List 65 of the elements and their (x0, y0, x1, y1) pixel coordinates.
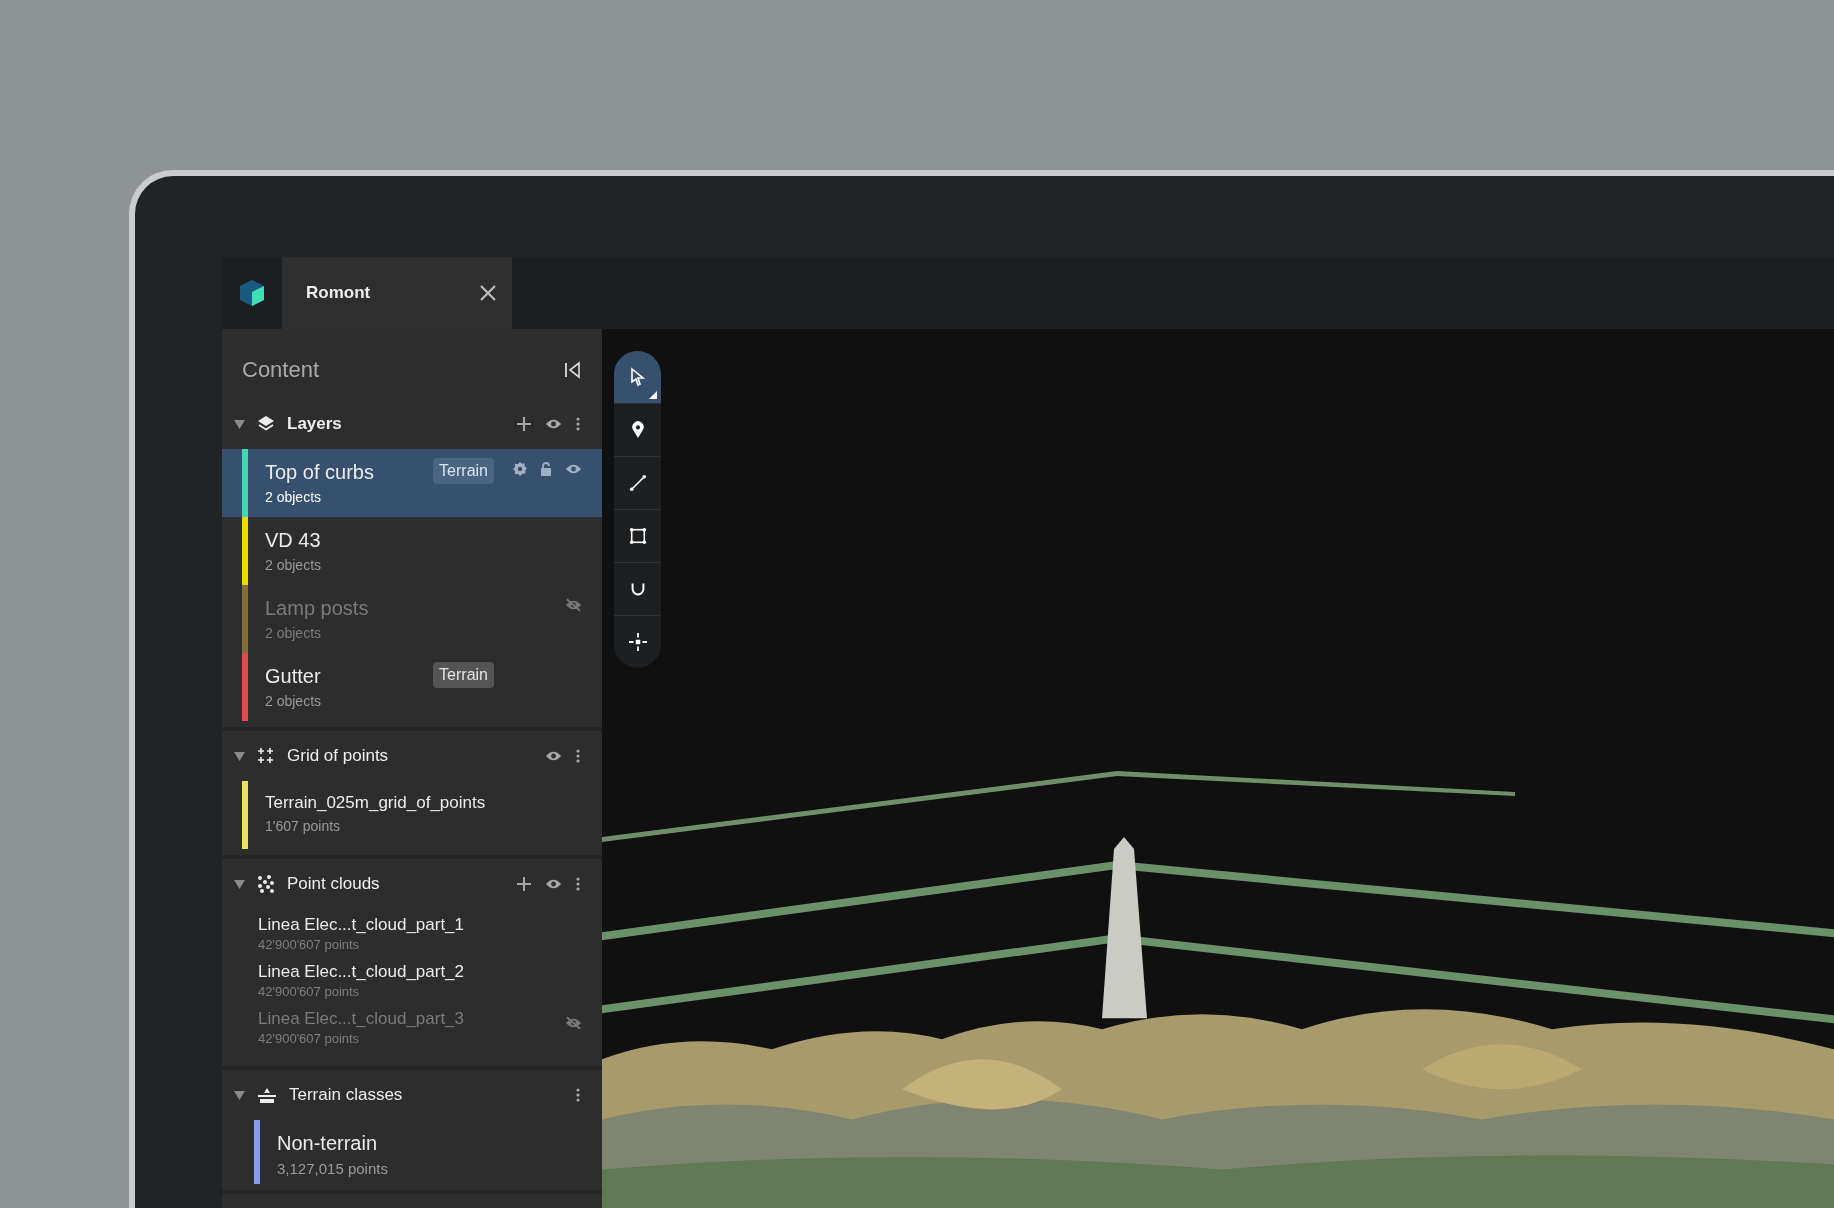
row-count: 2 objects (265, 557, 323, 573)
row-name: Linea Elec...t_cloud_part_1 (258, 915, 466, 935)
square-tool-icon (628, 527, 647, 545)
row-count: 3,127,015 points (277, 1160, 389, 1177)
add-icon[interactable] (517, 877, 531, 891)
layers-icon (257, 415, 275, 433)
section-title: Terrain classes (289, 1085, 404, 1105)
row-name: Linea Elec...t_cloud_part_2 (258, 962, 466, 982)
add-icon[interactable] (517, 417, 531, 431)
row-name: VD 43 (265, 529, 322, 552)
tab-title: Romont (306, 283, 371, 303)
expand-caret-icon[interactable] (234, 418, 245, 430)
gear-icon[interactable] (513, 462, 527, 476)
crosshair-icon (628, 633, 647, 651)
map-pin-icon (630, 421, 645, 439)
layer-row[interactable]: Non-terrain 3,127,015 points (234, 1120, 602, 1184)
terrain-tag: Terrain (433, 662, 494, 688)
section-title: Grid of points (287, 746, 390, 766)
dots-cluster-icon (257, 875, 275, 893)
row-count: 42'900'607 points (258, 937, 361, 952)
layer-row[interactable]: Top of curbs 2 objects Terrain (222, 449, 602, 517)
row-name: Gutter (265, 665, 322, 688)
project-tab[interactable]: Romont (282, 257, 512, 329)
row-count: 2 objects (265, 625, 323, 641)
layer-row[interactable]: Linea Elec...t_cloud_part_2 42'900'607 points (222, 956, 602, 1003)
eye-icon[interactable] (565, 463, 582, 475)
expand-caret-icon[interactable] (234, 1089, 245, 1101)
eye-icon[interactable] (545, 418, 562, 430)
row-name: Top of curbs (265, 461, 375, 484)
expand-caret-icon[interactable] (234, 878, 245, 890)
terrain-icon (257, 1086, 277, 1104)
row-name: Terrain_025m_grid_of_points (265, 793, 487, 813)
eye-icon[interactable] (545, 750, 562, 762)
row-count: 42'900'607 points (258, 984, 361, 999)
expand-caret-icon[interactable] (234, 750, 245, 762)
tool-button[interactable] (614, 351, 661, 404)
row-count: 1'607 points (265, 818, 342, 834)
collapse-panel-icon[interactable] (564, 361, 582, 379)
cube-logo-icon (237, 278, 267, 308)
row-count: 2 objects (265, 693, 323, 709)
corner-marker-icon (649, 391, 657, 399)
more-icon[interactable] (576, 1088, 580, 1102)
close-icon[interactable] (478, 283, 498, 303)
more-icon[interactable] (576, 749, 580, 763)
eye-icon[interactable] (545, 878, 562, 890)
eye-slash-icon[interactable] (565, 598, 582, 612)
eye-slash-icon[interactable] (565, 1016, 582, 1030)
more-icon[interactable] (576, 417, 580, 431)
terrain-tag: Terrain (433, 458, 494, 484)
lock-icon[interactable] (540, 462, 552, 476)
panel-title: Content (242, 357, 320, 383)
grid-plus-icon (257, 747, 275, 765)
more-icon[interactable] (576, 877, 580, 891)
section-title: Point clouds (287, 874, 381, 894)
row-name: Linea Elec...t_cloud_part_3 (258, 1009, 466, 1029)
layer-row[interactable]: Gutter 2 objects Terrain (222, 653, 602, 721)
line-tool-icon (628, 474, 647, 492)
section-title: Layers (287, 414, 343, 434)
row-name: Non-terrain (277, 1132, 379, 1155)
row-name: Lamp posts (265, 597, 370, 620)
row-count: 42'900'607 points (258, 1031, 361, 1046)
row-count: 2 objects (265, 489, 323, 505)
layer-row[interactable]: Linea Elec...t_cloud_part_1 42'900'607 points (222, 909, 602, 956)
layer-row[interactable]: VD 43 2 objects (222, 517, 602, 585)
layer-row[interactable]: Terrain_025m_grid_of_points 1'607 points (222, 781, 602, 849)
